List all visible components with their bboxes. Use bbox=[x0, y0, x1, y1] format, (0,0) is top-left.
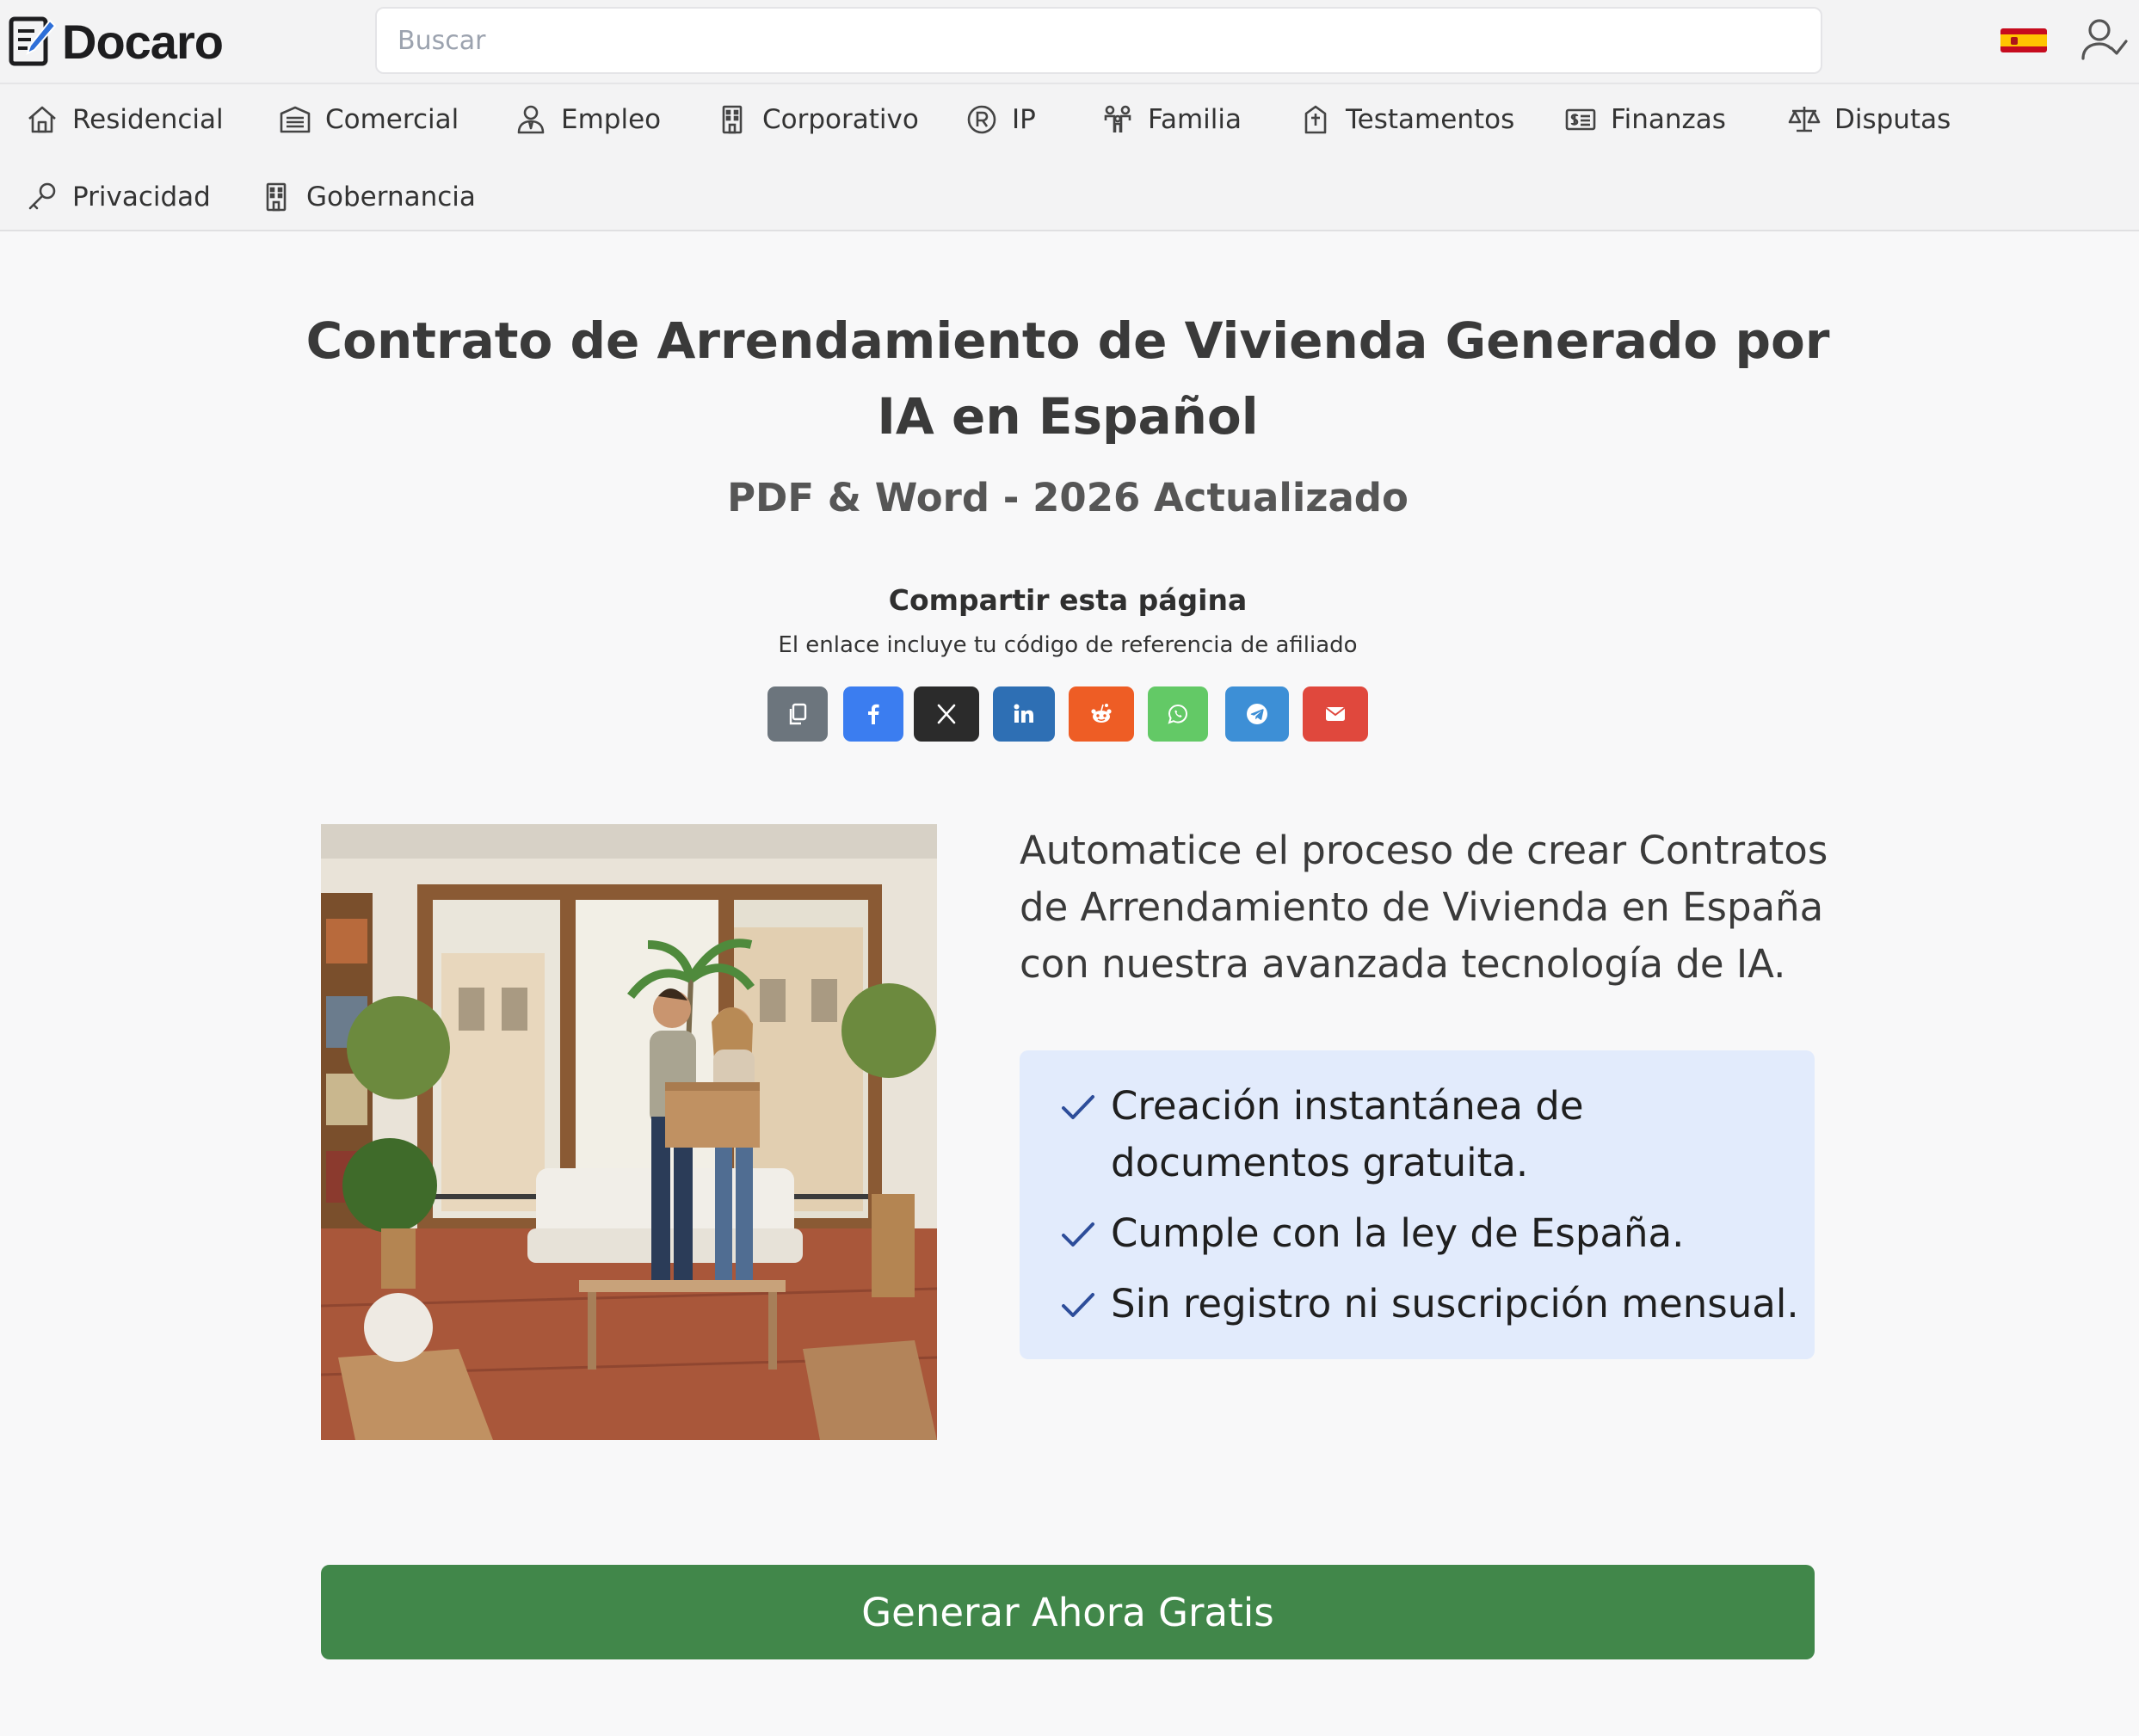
category-testamentos[interactable]: Testamentos bbox=[1299, 98, 1514, 141]
category-label: Comercial bbox=[325, 104, 459, 135]
check-icon bbox=[1062, 1222, 1094, 1247]
features-box: Creación instantánea de documentos gratu… bbox=[1020, 1050, 1815, 1359]
scales-icon bbox=[1788, 107, 1821, 132]
category-label: IP bbox=[1012, 104, 1036, 135]
share-copy-button[interactable] bbox=[767, 686, 828, 742]
share-email-button[interactable] bbox=[1303, 686, 1368, 742]
user-check-icon[interactable] bbox=[2080, 17, 2129, 62]
will-icon bbox=[1304, 105, 1327, 134]
family-icon bbox=[1104, 105, 1131, 132]
share-linkedin-button[interactable] bbox=[993, 686, 1055, 742]
feature-text: Cumple con la ley de España. bbox=[1111, 1210, 1685, 1256]
finance-card-icon bbox=[1565, 108, 1596, 131]
category-label: Gobernancia bbox=[306, 182, 476, 212]
house-icon bbox=[28, 106, 56, 133]
check-icon bbox=[1062, 1095, 1094, 1119]
share-telegram-button[interactable] bbox=[1225, 686, 1289, 742]
intro-text: Automatice el proceso de crear Contratos… bbox=[1020, 828, 1828, 987]
check-icon bbox=[1062, 1293, 1094, 1317]
share-whatsapp-button[interactable] bbox=[1148, 686, 1208, 742]
category-disputas[interactable]: Disputas bbox=[1788, 98, 1951, 141]
category-gobernancia[interactable]: Gobernancia bbox=[260, 175, 476, 219]
registered-icon bbox=[967, 105, 996, 134]
top-header: Docaro bbox=[0, 0, 2139, 83]
category-comercial[interactable]: Comercial bbox=[279, 98, 459, 141]
share-facebook-button[interactable] bbox=[843, 686, 903, 742]
category-label: Privacidad bbox=[72, 182, 211, 212]
category-ip[interactable]: IP bbox=[965, 98, 1036, 141]
category-label: Testamentos bbox=[1346, 104, 1515, 135]
category-empleo[interactable]: Empleo bbox=[515, 98, 661, 141]
category-label: Empleo bbox=[561, 104, 662, 135]
category-privacidad[interactable]: Privacidad bbox=[26, 175, 211, 219]
facebook-icon bbox=[868, 704, 879, 724]
feature-text: Sin registro ni suscripción mensual. bbox=[1111, 1281, 1799, 1327]
building-icon bbox=[722, 105, 743, 134]
category-finanzas[interactable]: Finanzas bbox=[1564, 98, 1726, 141]
share-reddit-button[interactable] bbox=[1069, 686, 1134, 742]
x-icon bbox=[937, 704, 956, 724]
garage-icon bbox=[280, 106, 311, 133]
share-x-button[interactable] bbox=[914, 686, 979, 742]
worker-icon bbox=[517, 105, 545, 134]
copy-icon bbox=[789, 703, 807, 725]
building-icon bbox=[266, 182, 287, 212]
whatsapp-icon bbox=[1168, 704, 1188, 724]
logo-text: Docaro bbox=[62, 14, 224, 69]
search-input[interactable] bbox=[375, 7, 1822, 74]
document-pen-icon bbox=[9, 16, 57, 66]
category-label: Corporativo bbox=[762, 104, 919, 135]
logo[interactable]: Docaro bbox=[9, 14, 224, 69]
feature-item: Cumple con la ley de España. bbox=[1059, 1205, 1815, 1262]
mail-icon bbox=[1325, 707, 1346, 721]
category-label: Residencial bbox=[72, 104, 224, 135]
share-subtitle: El enlace incluye tu código de referenci… bbox=[778, 632, 1358, 658]
category-label: Disputas bbox=[1834, 104, 1951, 135]
feature-item: Sin registro ni suscripción mensual. bbox=[1059, 1276, 1815, 1333]
category-label: Finanzas bbox=[1611, 104, 1726, 135]
generate-now-button[interactable]: Generar Ahora Gratis bbox=[321, 1565, 1815, 1659]
spain-flag-icon[interactable] bbox=[2000, 28, 2047, 52]
hero-image bbox=[321, 824, 937, 1440]
feature-text: Creación instantánea de documentos gratu… bbox=[1111, 1083, 1584, 1185]
reddit-icon bbox=[1091, 704, 1112, 723]
page-title: Contrato de Arrendamiento de Vivienda Ge… bbox=[305, 311, 1830, 446]
linkedin-icon bbox=[1014, 704, 1033, 723]
share-title: Compartir esta página bbox=[888, 583, 1248, 617]
category-label: Familia bbox=[1148, 104, 1242, 135]
telegram-icon bbox=[1247, 704, 1267, 724]
page-subtitle: PDF & Word - 2026 Actualizado bbox=[727, 475, 1409, 520]
category-nav: Residencial Comercial Empleo Corporativo… bbox=[0, 83, 2139, 231]
category-familia[interactable]: Familia bbox=[1101, 98, 1242, 141]
feature-item: Creación instantánea de documentos gratu… bbox=[1059, 1078, 1815, 1191]
category-corporativo[interactable]: Corporativo bbox=[716, 98, 919, 141]
key-icon bbox=[28, 182, 56, 210]
category-residencial[interactable]: Residencial bbox=[26, 98, 224, 141]
